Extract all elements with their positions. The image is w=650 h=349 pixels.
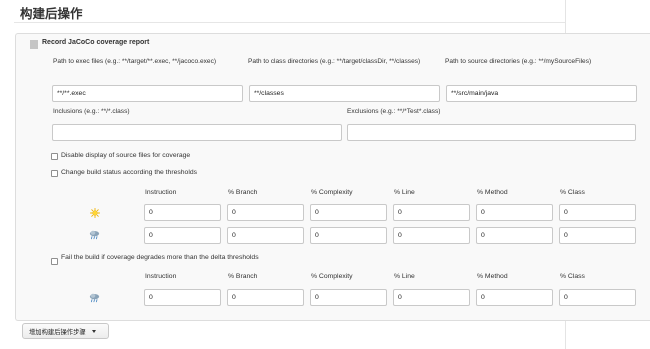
disable-source-checkbox[interactable] <box>51 153 58 160</box>
change-build-status-checkbox[interactable] <box>51 170 58 177</box>
delta-column-header-complexity: % Complexity <box>311 273 353 280</box>
section-divider <box>14 22 566 23</box>
unhealthy-instruction-input[interactable]: 0 <box>144 227 221 244</box>
caret-down-icon <box>91 329 96 333</box>
column-header-instruction: Instruction <box>145 189 177 196</box>
delta-branch-input[interactable]: 0 <box>227 289 304 306</box>
healthy-class-input[interactable]: 0 <box>559 204 636 221</box>
healthy-complexity-input[interactable]: 0 <box>310 204 387 221</box>
column-header-class: % Class <box>560 189 585 196</box>
disable-source-label: Disable display of source files for cove… <box>61 152 191 159</box>
column-header-complexity: % Complexity <box>311 189 353 196</box>
exec-files-input[interactable]: **/**.exec <box>52 85 243 102</box>
delta-column-header-instruction: Instruction <box>145 273 177 280</box>
exec-files-label: Path to exec files (e.g.: **/target/**.e… <box>53 58 217 65</box>
delta-column-header-method: % Method <box>477 273 508 280</box>
drag-handle[interactable] <box>30 40 38 49</box>
exclusions-input[interactable] <box>347 124 636 141</box>
add-post-build-step-label: 增加构建后操作步骤 <box>29 328 86 336</box>
column-header-branch: % Branch <box>228 189 258 196</box>
delta-column-header-branch: % Branch <box>228 273 258 280</box>
class-dirs-label: Path to class directories (e.g.: **/targ… <box>248 58 421 65</box>
source-dirs-input[interactable]: **/src/main/java <box>446 85 637 102</box>
exclusions-label: Exclusions (e.g.: **/*Test*.class) <box>347 108 441 115</box>
delta-instruction-input[interactable]: 0 <box>144 289 221 306</box>
unhealthy-complexity-input[interactable]: 0 <box>310 227 387 244</box>
source-dirs-label: Path to source directories (e.g.: **/myS… <box>445 58 592 65</box>
delta-complexity-input[interactable]: 0 <box>310 289 387 306</box>
unhealthy-branch-input[interactable]: 0 <box>227 227 304 244</box>
fail-build-delta-label: Fail the build if coverage degrades more… <box>61 254 259 261</box>
delta-line-input[interactable]: 0 <box>393 289 470 306</box>
class-dirs-input[interactable]: **/classes <box>249 85 440 102</box>
sunny-icon <box>90 208 100 218</box>
delta-column-header-class: % Class <box>560 273 585 280</box>
inclusions-input[interactable] <box>52 124 342 141</box>
delta-method-input[interactable]: 0 <box>476 289 553 306</box>
stormy-icon <box>89 293 100 303</box>
stormy-icon <box>89 230 100 240</box>
column-header-method: % Method <box>477 189 508 196</box>
healthy-branch-input[interactable]: 0 <box>227 204 304 221</box>
delta-column-header-line: % Line <box>394 273 415 280</box>
inclusions-label: Inclusions (e.g.: **/*.class) <box>53 108 130 115</box>
healthy-method-input[interactable]: 0 <box>476 204 553 221</box>
section-title: 构建后操作 <box>20 7 83 21</box>
add-post-build-step-button[interactable]: 增加构建后操作步骤 <box>22 323 109 339</box>
change-build-status-label: Change build status according the thresh… <box>61 169 198 176</box>
unhealthy-class-input[interactable]: 0 <box>559 227 636 244</box>
panel-title: Record JaCoCo coverage report <box>42 39 150 46</box>
healthy-line-input[interactable]: 0 <box>393 204 470 221</box>
unhealthy-line-input[interactable]: 0 <box>393 227 470 244</box>
unhealthy-method-input[interactable]: 0 <box>476 227 553 244</box>
column-header-line: % Line <box>394 189 415 196</box>
delta-class-input[interactable]: 0 <box>559 289 636 306</box>
fail-build-delta-checkbox[interactable] <box>51 258 58 265</box>
healthy-instruction-input[interactable]: 0 <box>144 204 221 221</box>
